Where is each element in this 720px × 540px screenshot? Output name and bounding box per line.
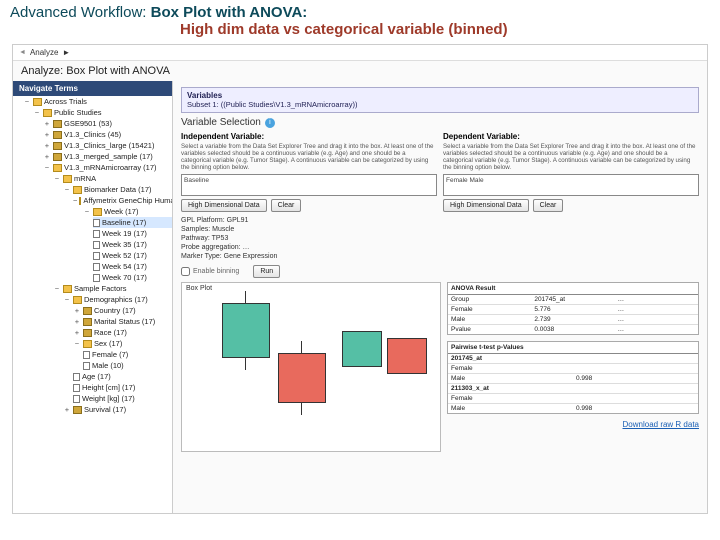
chevron-left-icon[interactable]: ◄ — [19, 49, 26, 56]
subset-box: Variables Subset 1: ((Public Studies\V1.… — [181, 87, 699, 113]
main-panel: Variables Subset 1: ((Public Studies\V1.… — [173, 81, 707, 513]
crumb-home[interactable]: Analyze — [30, 48, 58, 57]
tree-item-female[interactable]: Female (7) — [83, 349, 172, 360]
independent-column: Independent Variable: Select a variable … — [181, 132, 437, 212]
clear-button-dep[interactable]: Clear — [533, 199, 564, 212]
breadcrumb: ◄ Analyze ► — [13, 45, 707, 61]
tree-item-male[interactable]: Male (10) — [83, 360, 172, 371]
enable-binning-checkbox[interactable]: Enable binning — [181, 267, 239, 276]
dataset-tree[interactable]: −Across Trials −Public Studies +GSE9501 … — [13, 96, 172, 415]
download-link[interactable]: Download raw R data — [623, 420, 699, 429]
clear-button-indep[interactable]: Clear — [271, 199, 302, 212]
run-button[interactable]: Run — [253, 265, 280, 278]
slide-title-b: Box Plot with ANOVA: — [151, 4, 308, 21]
platform-meta: GPL Platform: GPL91 Samples: Muscle Path… — [181, 216, 699, 261]
anova-table: ANOVA Result Group201745_at… Female5.776… — [447, 282, 699, 335]
dependent-dropzone[interactable]: Female Male — [443, 174, 699, 196]
app-window: ◄ Analyze ► Analyze: Box Plot with ANOVA… — [12, 44, 708, 514]
variable-selection-title: Variable Selectioni — [181, 117, 699, 128]
independent-dropzone[interactable]: Baseline — [181, 174, 437, 196]
hdd-button-indep[interactable]: High Dimensional Data — [181, 199, 267, 212]
result-tables: ANOVA Result Group201745_at… Female5.776… — [447, 282, 699, 507]
slide-title-a: Advanced Workflow: — [10, 4, 146, 21]
dependent-column: Dependent Variable: Select a variable fr… — [443, 132, 699, 212]
sidebar: Navigate Terms −Across Trials −Public St… — [13, 81, 173, 513]
crumb-sep: ► — [62, 48, 70, 57]
folder-open-icon — [43, 109, 52, 117]
info-icon[interactable]: i — [265, 118, 275, 128]
boxplot-chart: Box Plot — [181, 282, 441, 452]
folder-open-icon — [33, 98, 42, 106]
sidebar-header: Navigate Terms — [13, 81, 172, 96]
page-title: Analyze: Box Plot with ANOVA — [13, 61, 707, 81]
hdd-button-dep[interactable]: High Dimensional Data — [443, 199, 529, 212]
slide-subtitle: High dim data vs categorical variable (b… — [0, 21, 720, 44]
tree-item-baseline[interactable]: Baseline (17) — [93, 217, 172, 228]
slide-title: Advanced Workflow: Box Plot with ANOVA: — [0, 0, 720, 21]
pairwise-table: Pairwise t-test p-Values 201745_at Femal… — [447, 341, 699, 414]
